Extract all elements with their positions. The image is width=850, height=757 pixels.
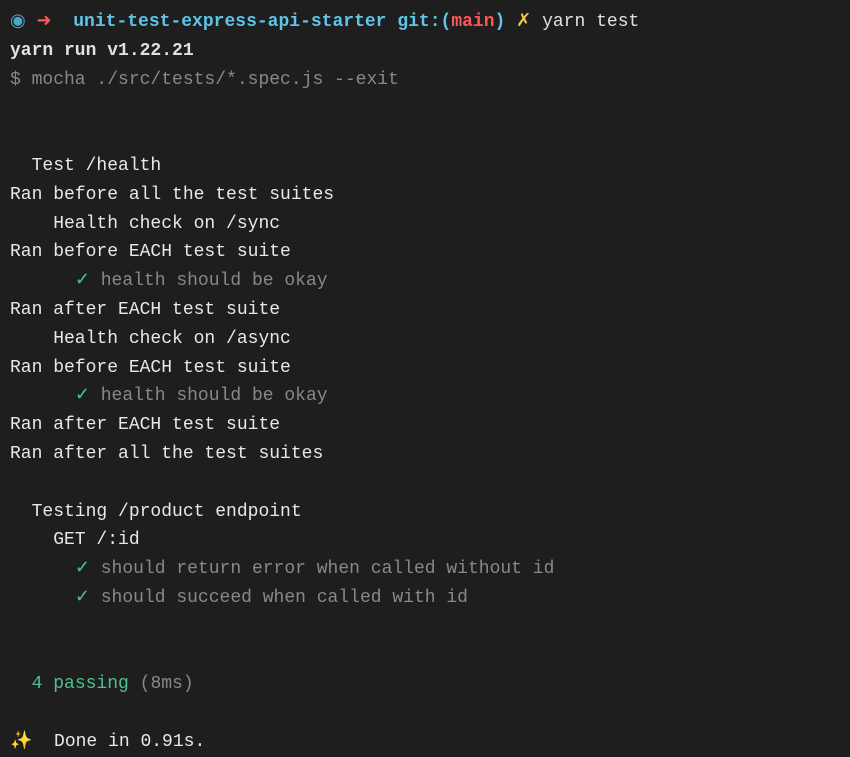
mocha-command-line: $ mocha ./src/tests/*.spec.js --exit	[0, 66, 850, 95]
test-pass-line: ✓ should return error when called withou…	[0, 555, 850, 584]
done-line: ✨ Done in 0.91s.	[0, 728, 850, 757]
hook-log: Ran after all the test suites	[0, 440, 850, 469]
test-pass-line: ✓ should succeed when called with id	[0, 584, 850, 613]
prompt-command: yarn test	[542, 12, 639, 32]
test-pass-line: ✓ health should be okay	[0, 382, 850, 411]
sub-suite-title: Health check on /sync	[0, 210, 850, 239]
test-pass-line: ✓ health should be okay	[0, 267, 850, 296]
check-icon: ✓	[75, 588, 90, 608]
yarn-run-line: yarn run v1.22.21	[0, 37, 850, 66]
sparkle-icon: ✨	[10, 732, 32, 752]
hook-log: Ran before EACH test suite	[0, 238, 850, 267]
sub-suite-title: Health check on /async	[0, 325, 850, 354]
prompt-arrow-icon: ➜	[37, 12, 52, 32]
prompt-dirty-icon: ✗	[516, 12, 531, 32]
prompt-line[interactable]: ◉ ➜ unit-test-express-api-starter git:(m…	[0, 8, 850, 37]
prompt-git-close: )	[495, 12, 506, 32]
blank-line	[0, 699, 850, 728]
prompt-git-branch: main	[451, 12, 494, 32]
prompt-directory: unit-test-express-api-starter	[73, 12, 386, 32]
check-icon: ✓	[75, 559, 90, 579]
summary-line: 4 passing (8ms)	[0, 670, 850, 699]
pass-time: (8ms)	[140, 674, 194, 694]
prompt-dot-icon: ◉	[10, 12, 26, 32]
sub-suite-title: GET /:id	[0, 526, 850, 555]
suite-title: Testing /product endpoint	[0, 498, 850, 527]
prompt-git-open: git:(	[397, 12, 451, 32]
test-name: should succeed when called with id	[101, 588, 468, 608]
done-text: Done in 0.91s.	[54, 732, 205, 752]
blank-line	[0, 642, 850, 671]
hook-log: Ran after EACH test suite	[0, 296, 850, 325]
blank-line	[0, 123, 850, 152]
suite-title: Test /health	[0, 152, 850, 181]
check-icon: ✓	[75, 386, 90, 406]
pass-count: 4 passing	[32, 674, 129, 694]
hook-log: Ran before EACH test suite	[0, 354, 850, 383]
blank-line	[0, 94, 850, 123]
blank-line	[0, 469, 850, 498]
test-name: should return error when called without …	[101, 559, 555, 579]
test-name: health should be okay	[101, 386, 328, 406]
check-icon: ✓	[75, 271, 90, 291]
hook-log: Ran after EACH test suite	[0, 411, 850, 440]
test-name: health should be okay	[101, 271, 328, 291]
hook-log: Ran before all the test suites	[0, 181, 850, 210]
blank-line	[0, 613, 850, 642]
